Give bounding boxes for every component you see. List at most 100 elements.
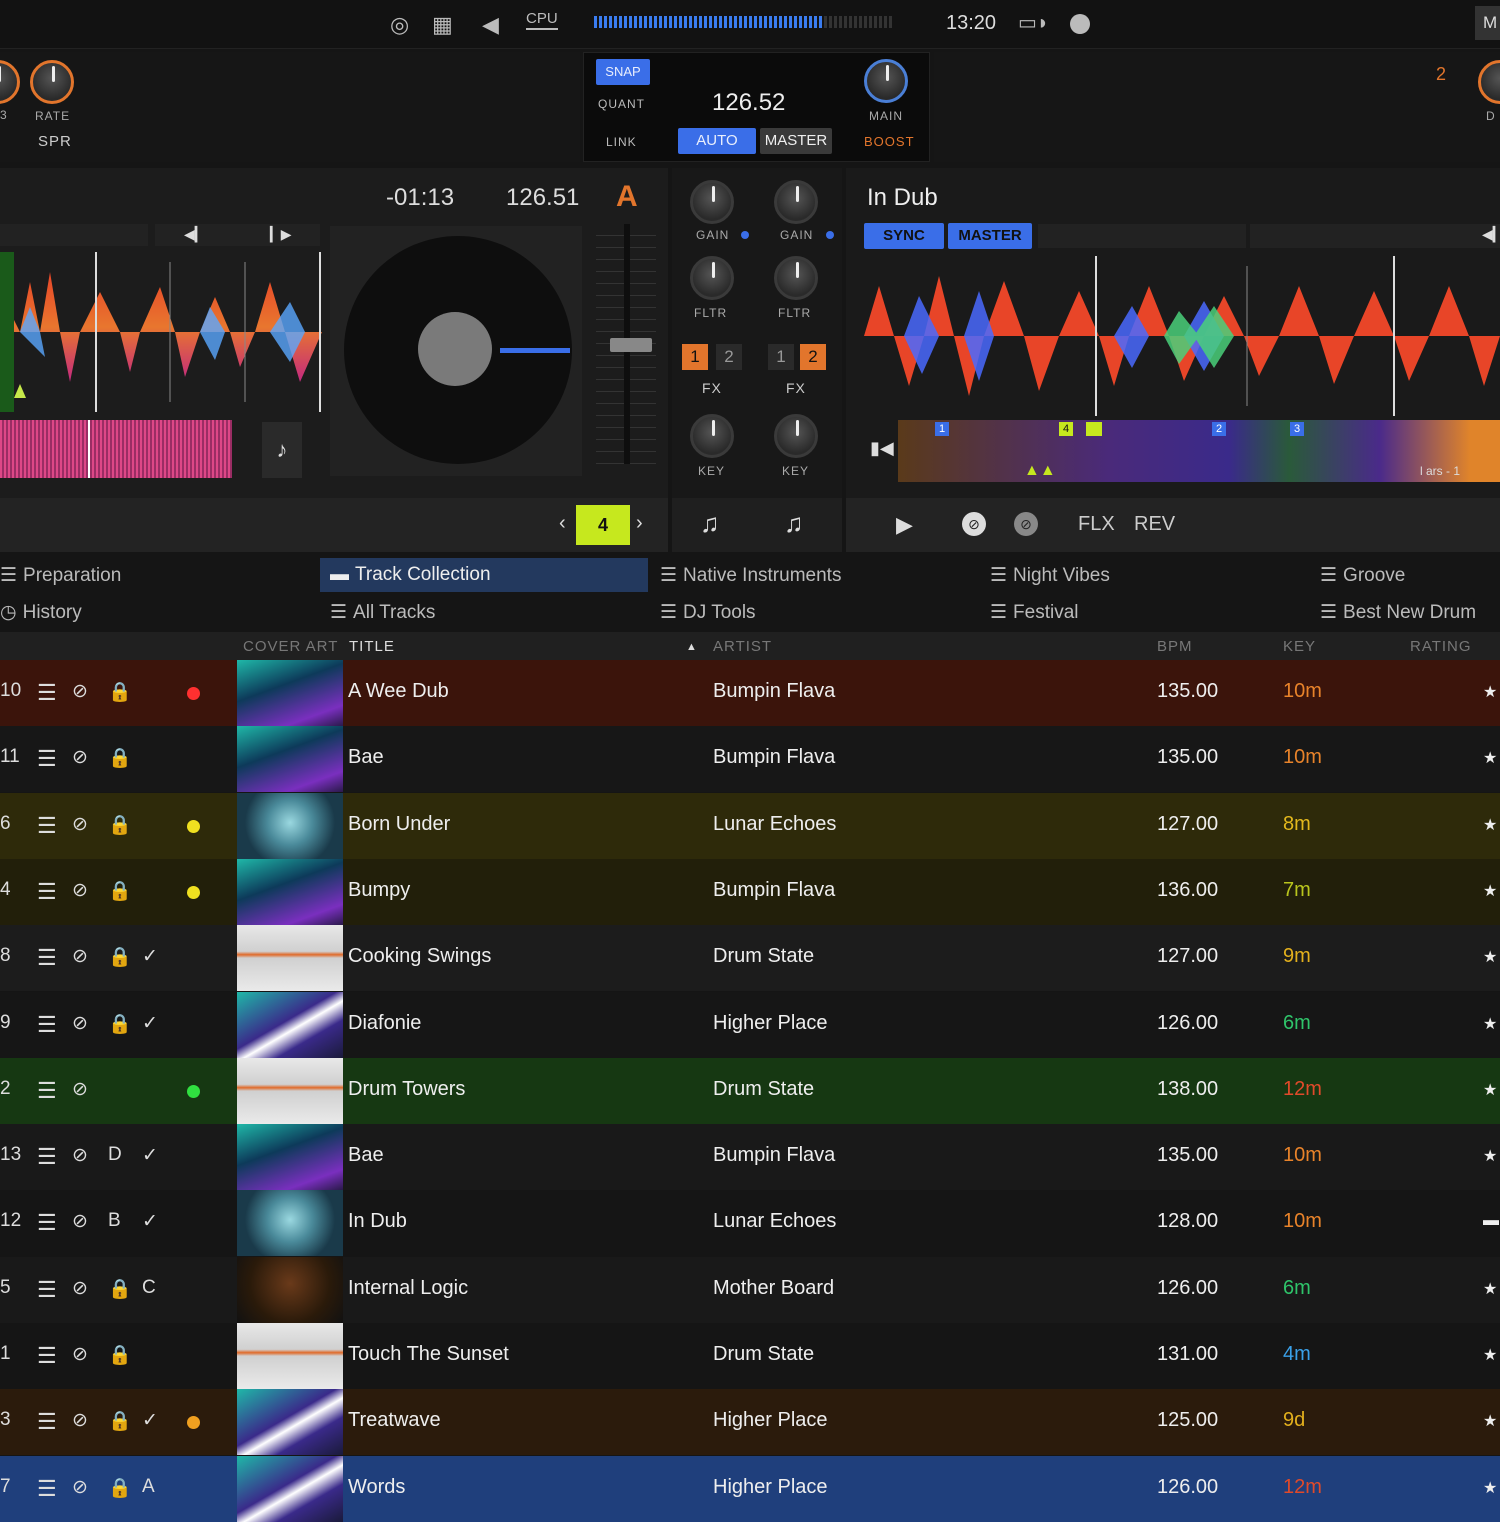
- table-row[interactable]: 4 ☰ ⊘ 🔒 Bumpy Bumpin Flava 136.00 7m ★: [0, 858, 1500, 925]
- menu-icon[interactable]: ☰: [37, 1144, 57, 1170]
- menu-icon[interactable]: ☰: [37, 1476, 57, 1502]
- table-row[interactable]: 2 ☰ ⊘ Drum Towers Drum State 138.00 12m ★: [0, 1057, 1500, 1124]
- menu-icon[interactable]: ☰: [37, 945, 57, 971]
- table-row[interactable]: 11 ☰ ⊘ 🔒 Bae Bumpin Flava 135.00 10m ★: [0, 726, 1500, 793]
- performance-icon[interactable]: ◎: [390, 12, 409, 38]
- table-row[interactable]: 13 ☰ ⊘ D ✓ Bae Bumpin Flava 135.00 10m ★: [0, 1124, 1500, 1191]
- nav-preparation[interactable]: ☰ Preparation: [0, 564, 121, 587]
- col-title[interactable]: TITLE: [349, 638, 395, 655]
- reverse-cue-icon[interactable]: ⊘: [1014, 512, 1038, 536]
- cue-point-2[interactable]: 2: [1212, 422, 1226, 436]
- nav-native-instruments[interactable]: ☰ Native Instruments: [660, 564, 841, 587]
- table-row[interactable]: 6 ☰ ⊘ 🔒 Born Under Lunar Echoes 127.00 8m ★: [0, 792, 1500, 859]
- jump-to-start-icon[interactable]: ▮◀: [870, 438, 894, 459]
- left-edge-knob[interactable]: [0, 60, 20, 104]
- col-rating[interactable]: RATING: [1410, 638, 1472, 655]
- nav-history[interactable]: ◷ History: [0, 601, 82, 624]
- auto-button[interactable]: AUTO: [678, 128, 756, 154]
- menu-icon[interactable]: ☰: [37, 1277, 57, 1303]
- nav-festival[interactable]: ☰ Festival: [990, 601, 1079, 624]
- col-key[interactable]: KEY: [1283, 638, 1316, 655]
- fx2-button-a[interactable]: 2: [716, 344, 742, 370]
- sync-button[interactable]: SYNC: [864, 223, 944, 249]
- gain-knob-b[interactable]: [774, 180, 818, 224]
- beatjump-forward-icon[interactable]: ▎▶: [270, 226, 292, 243]
- deck-a-waveform[interactable]: [0, 252, 322, 412]
- master-tempo[interactable]: 126.52: [712, 89, 785, 117]
- beatjump-back-icon[interactable]: ◀▎: [184, 226, 206, 243]
- loop-size-increase-icon[interactable]: ›: [636, 512, 643, 535]
- fx2-button-b[interactable]: 2: [800, 344, 826, 370]
- menu-icon[interactable]: ☰: [37, 1343, 57, 1369]
- menu-icon[interactable]: ☰: [37, 746, 57, 772]
- table-row[interactable]: 1 ☰ ⊘ 🔒 Touch The Sunset Drum State 131.00 4m ★: [0, 1323, 1500, 1389]
- menu-button[interactable]: M: [1475, 6, 1500, 40]
- table-row[interactable]: 9 ☰ ⊘ 🔒 ✓ Diafonie Higher Place 126.00 6m ★: [0, 991, 1500, 1058]
- rating-star-icon[interactable]: ★: [1483, 682, 1497, 702]
- col-artist[interactable]: ARTIST: [713, 638, 772, 655]
- play-icon[interactable]: ▶: [896, 512, 913, 538]
- menu-icon[interactable]: ☰: [37, 879, 57, 905]
- quant-label[interactable]: QUANT: [598, 97, 645, 111]
- deck-b-edge-knob[interactable]: [1478, 60, 1500, 104]
- key-knob-b[interactable]: [774, 414, 818, 458]
- master-button[interactable]: MASTER: [760, 128, 832, 154]
- table-row[interactable]: 5 ☰ ⊘ 🔒 C Internal Logic Mother Board 126.00 6m ★: [0, 1256, 1500, 1323]
- loop-size-button[interactable]: 4: [576, 505, 630, 545]
- rating-star-icon[interactable]: ★: [1483, 1080, 1497, 1100]
- table-row[interactable]: 12 ☰ ⊘ B ✓ In Dub Lunar Echoes 128.00 10m ▬: [0, 1190, 1500, 1257]
- filter-knob-a[interactable]: [690, 256, 734, 300]
- rating-star-icon[interactable]: ★: [1483, 1146, 1497, 1166]
- rate-knob[interactable]: [30, 60, 74, 104]
- headphone-cue-b-icon[interactable]: ♫: [784, 508, 804, 539]
- menu-icon[interactable]: ☰: [37, 1078, 57, 1104]
- cue-point-3[interactable]: 3: [1290, 422, 1304, 436]
- table-row[interactable]: 8 ☰ ⊘ 🔒 ✓ Cooking Swings Drum State 127.00 9m ★: [0, 925, 1500, 992]
- nav-dj-tools[interactable]: ☰ DJ Tools: [660, 601, 756, 624]
- menu-icon[interactable]: ☰: [37, 1012, 57, 1038]
- menu-icon[interactable]: ☰: [37, 680, 57, 706]
- rating-star-icon[interactable]: ▬: [1483, 1212, 1499, 1230]
- rating-star-icon[interactable]: ★: [1483, 748, 1497, 768]
- snap-button[interactable]: SNAP: [596, 59, 650, 85]
- key-knob-a[interactable]: [690, 414, 734, 458]
- nav-night-vibes[interactable]: ☰ Night Vibes: [990, 564, 1110, 587]
- table-row[interactable]: 3 ☰ ⊘ 🔒 ✓ Treatwave Higher Place 125.00 9d ★: [0, 1389, 1500, 1456]
- fx1-button-a[interactable]: 1: [682, 344, 708, 370]
- deck-b-waveform[interactable]: [864, 256, 1500, 416]
- nav-best-new-drum[interactable]: ☰ Best New Drum: [1320, 601, 1476, 624]
- filter-knob-b[interactable]: [774, 256, 818, 300]
- deck-a-bpm[interactable]: 126.51: [506, 184, 579, 212]
- reverse-button[interactable]: REV: [1134, 513, 1175, 536]
- loop-size-decrease-icon[interactable]: ‹: [559, 512, 566, 535]
- spr-label[interactable]: SPR: [38, 133, 72, 150]
- fx1-button-b[interactable]: 1: [768, 344, 794, 370]
- record-indicator-icon[interactable]: [1070, 14, 1090, 34]
- headphone-cue-a-icon[interactable]: ♫: [700, 508, 720, 539]
- flux-button[interactable]: FLX: [1078, 513, 1115, 536]
- col-cover-art[interactable]: COVER ART: [243, 638, 338, 655]
- cue-point-4[interactable]: 4: [1059, 422, 1073, 436]
- col-bpm[interactable]: BPM: [1157, 638, 1193, 655]
- main-volume-knob[interactable]: [864, 59, 908, 103]
- nav-track-collection[interactable]: ▬ Track Collection: [330, 564, 491, 586]
- menu-icon[interactable]: ☰: [37, 1210, 57, 1236]
- deck-b-master-button[interactable]: MASTER: [948, 223, 1032, 249]
- rating-star-icon[interactable]: ★: [1483, 1478, 1497, 1498]
- rating-star-icon[interactable]: ★: [1483, 1345, 1497, 1365]
- rating-star-icon[interactable]: ★: [1483, 881, 1497, 901]
- nav-all-tracks[interactable]: ☰ All Tracks: [330, 601, 435, 624]
- layout-grid-icon[interactable]: ▦: [432, 12, 453, 38]
- rating-star-icon[interactable]: ★: [1483, 1014, 1497, 1034]
- speaker-icon[interactable]: ◀: [482, 12, 499, 38]
- table-row[interactable]: 10 ☰ ⊘ 🔒 A Wee Dub Bumpin Flava 135.00 10m ★: [0, 660, 1500, 726]
- gain-knob-a[interactable]: [690, 180, 734, 224]
- menu-icon[interactable]: ☰: [37, 1409, 57, 1435]
- deck-b-overview[interactable]: [898, 420, 1500, 482]
- loop-marker[interactable]: [1086, 422, 1102, 436]
- rating-star-icon[interactable]: ★: [1483, 1279, 1497, 1299]
- deck-a-overview[interactable]: [0, 420, 232, 478]
- boost-label[interactable]: BOOST: [864, 134, 915, 149]
- nav-groove[interactable]: ☰ Groove: [1320, 564, 1405, 587]
- cue-point-1[interactable]: 1: [935, 422, 949, 436]
